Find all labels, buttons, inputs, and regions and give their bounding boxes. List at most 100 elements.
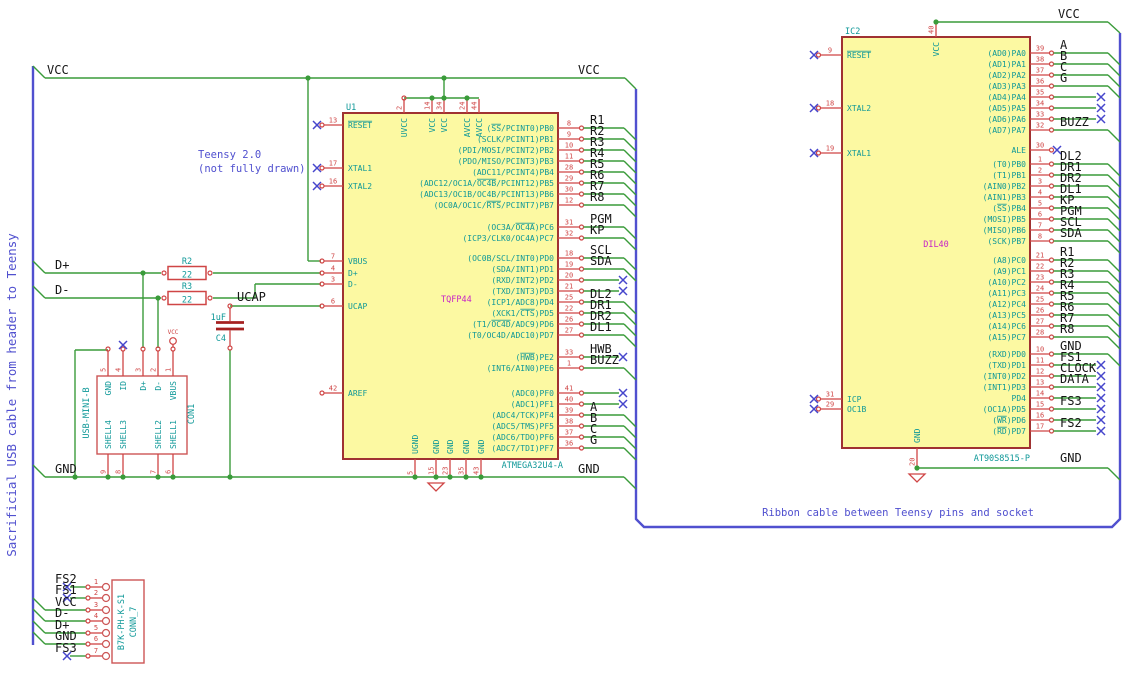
pin-end <box>815 406 822 412</box>
wire <box>1107 259 1121 273</box>
pin-end <box>578 235 585 241</box>
pin-end <box>578 158 585 164</box>
pin-number: 2 <box>1038 167 1042 175</box>
pin-end <box>1048 268 1055 274</box>
net-label-ucap: UCAP <box>237 290 266 304</box>
wire <box>1107 303 1121 317</box>
pin-name: GND <box>104 381 113 396</box>
pin-name: (OC0B/SCL/INT0)PD0 <box>467 254 554 263</box>
pin-end <box>578 412 585 418</box>
pin-number: 25 <box>1036 296 1044 304</box>
junction-dot <box>105 474 111 480</box>
pin-name: (AD2)PA2 <box>987 71 1026 80</box>
pin-end <box>1048 290 1055 296</box>
pin-name: (ICP3/CLK0/OC4A)PC7 <box>462 234 554 243</box>
pin-number: 15 <box>1036 401 1044 409</box>
pin-number: 5 <box>1038 200 1042 208</box>
pin-name: (A8)PC0 <box>992 256 1026 265</box>
pin-number: 21 <box>565 283 573 291</box>
ribbon-cable-note: Ribbon cable between Teensy pins and soc… <box>762 507 1034 519</box>
net-label-gnd: GND <box>55 462 77 476</box>
pin-number: 23 <box>442 467 450 475</box>
pin-name: XTAL1 <box>847 149 871 158</box>
pin-name: (ADC11/PCINT4)PB4 <box>472 168 554 177</box>
pin-end <box>85 595 91 601</box>
pin-end <box>1048 205 1055 211</box>
pin-number: 36 <box>1036 78 1044 86</box>
pin-name: VBUS <box>169 381 178 400</box>
wire <box>623 334 637 348</box>
pin-number: 9 <box>100 470 108 474</box>
wire <box>1107 185 1121 199</box>
pin-end <box>1048 216 1055 222</box>
pin-name: (RXD/INT2)PD2 <box>491 276 554 285</box>
pin-end <box>578 125 585 131</box>
pin-end <box>815 150 822 156</box>
wire <box>1107 129 1121 143</box>
pin-number: 11 <box>565 153 573 161</box>
pin-name: (A11)PC3 <box>987 289 1026 298</box>
pin-end <box>578 202 585 208</box>
wire <box>1107 207 1121 221</box>
junction-dot <box>155 474 161 480</box>
pin-number: 3 <box>331 276 335 284</box>
pin-number: 38 <box>565 418 573 426</box>
net-label-fs3: FS3 <box>1060 394 1082 408</box>
pin-end <box>120 346 126 352</box>
r3-reference: R3 <box>182 282 192 292</box>
pin-name: PD4 <box>1012 394 1027 403</box>
pin-number: 40 <box>928 26 936 34</box>
pin-end <box>1048 116 1055 122</box>
pin-name: (ADC4/TCK)PF4 <box>491 411 554 420</box>
pin-number: 3 <box>135 368 143 372</box>
pin-number: 30 <box>565 186 573 194</box>
ground-symbol <box>907 473 927 483</box>
pin-number: 24 <box>1036 285 1044 293</box>
wire <box>623 127 637 141</box>
net-label-gnd: GND <box>1060 451 1082 465</box>
wire <box>1107 240 1121 254</box>
pin-name: RESET <box>348 121 372 130</box>
wire <box>623 149 637 163</box>
pin-end <box>207 270 213 276</box>
pin-number: 40 <box>565 396 573 404</box>
pin-end <box>578 191 585 197</box>
pin-number: 44 <box>471 102 479 110</box>
pin-end <box>1048 406 1055 412</box>
pin-number: 31 <box>565 219 573 227</box>
pin-number: 28 <box>565 164 573 172</box>
pin-end <box>85 584 91 590</box>
pin-name: UCAP <box>348 302 367 311</box>
net-label-sda: SDA <box>1060 226 1082 240</box>
wire <box>1107 52 1121 66</box>
pin-name: AVCC <box>463 118 472 137</box>
schematic-drawing: 13RESET17XTAL116XTAL27VBUS4D+3D-6UCAP42A… <box>4 7 1122 664</box>
pin-number: 33 <box>1036 111 1044 119</box>
pin-number: 20 <box>909 458 917 466</box>
pin-end <box>578 401 585 407</box>
pin-name: (INT6/AIN0)PE6 <box>487 364 555 373</box>
conn7-pad <box>101 639 111 649</box>
pin-end <box>1048 279 1055 285</box>
wire <box>32 597 46 611</box>
pin-end <box>207 295 213 301</box>
junction-dot <box>914 465 920 471</box>
pin-name: (SS/PCINT0)PB0 <box>487 124 555 133</box>
pin-name: (XCK1/CTS)PD5 <box>491 309 554 318</box>
wire <box>623 257 637 271</box>
junction-dot <box>933 19 939 25</box>
pin-name: D- <box>154 381 163 391</box>
net-label-r8: R8 <box>1060 322 1074 336</box>
pin-name: UVCC <box>400 118 409 137</box>
pin-end <box>1048 161 1055 167</box>
conn7-pad <box>101 616 111 626</box>
pin-name: (SDA/INT1)PD1 <box>491 265 554 274</box>
pin-number: 20 <box>565 272 573 280</box>
pin-end <box>1048 257 1055 263</box>
pin-number: 7 <box>94 647 98 655</box>
pin-end <box>815 52 822 58</box>
pin-number: 38 <box>1036 56 1044 64</box>
pin-end <box>85 618 91 624</box>
pin-name: (AIN1)PB3 <box>983 193 1027 202</box>
con1-reference: CON1 <box>187 404 197 424</box>
